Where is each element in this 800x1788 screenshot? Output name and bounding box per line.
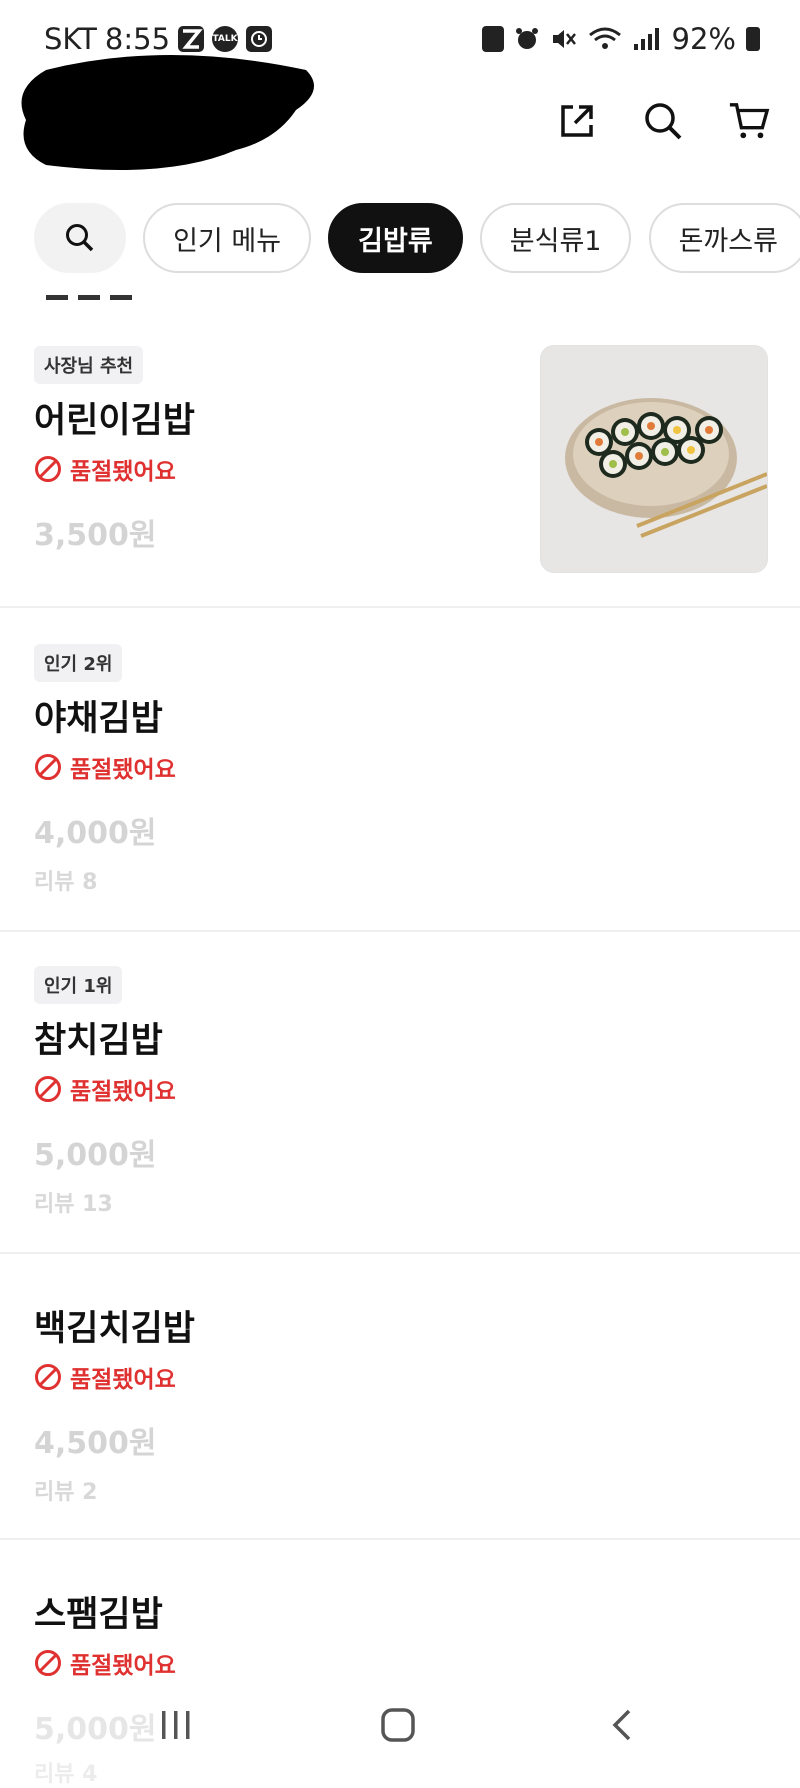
soldout-text: 품절됐어요 (70, 1079, 176, 1105)
item-badge: 인기 1위 (34, 966, 123, 1004)
chip-bunsik[interactable]: 분식류1 (479, 203, 632, 273)
soldout-label: 품절됐어요 (34, 750, 176, 784)
recent-apps-icon[interactable] (146, 1700, 206, 1750)
item-name: 백김치김밥 (34, 1309, 196, 1349)
chip-popular[interactable]: 인기 메뉴 (143, 203, 312, 273)
item-name: 어린이김밥 (34, 401, 196, 441)
item-price: 3,500원 (34, 518, 157, 553)
battery-icon (746, 27, 760, 51)
item-badge: 사장님 추천 (34, 346, 144, 384)
menu-item[interactable]: 인기 2위 야채김밥 품절됐어요 4,000원 리뷰 8 (0, 608, 800, 932)
no-entry-icon (35, 456, 61, 482)
chip-donkatsu[interactable]: 돈까스류 (648, 203, 800, 273)
item-name: 참치김밥 (34, 1021, 163, 1061)
item-image (540, 345, 768, 573)
recycle-icon (481, 26, 504, 52)
cart-icon[interactable] (728, 100, 770, 142)
chip-kimbap[interactable]: 김밥류 (328, 203, 463, 273)
item-price: 4,500원 (34, 1426, 157, 1461)
no-entry-icon (35, 1076, 61, 1102)
no-entry-icon (35, 1650, 61, 1676)
alarm-icon (515, 28, 538, 49)
soldout-label: 품절됐어요 (34, 1360, 176, 1394)
no-entry-icon (35, 754, 61, 780)
mute-icon (552, 30, 576, 48)
status-right: 92% (481, 22, 760, 56)
clock-app-icon (246, 26, 273, 52)
category-chips: 인기 메뉴 김밥류 분식류1 돈까스류 (34, 203, 800, 277)
share-icon[interactable] (556, 100, 598, 142)
wifi-icon (588, 27, 621, 49)
soldout-text: 품절됐어요 (70, 1367, 176, 1393)
item-name: 야채김밥 (34, 699, 163, 739)
menu-item[interactable]: 백김치김밥 품절됐어요 4,500원 리뷰 2 (0, 1254, 800, 1540)
home-icon[interactable] (368, 1700, 428, 1750)
talk-icon: TALK (212, 26, 239, 52)
search-icon[interactable] (642, 100, 684, 142)
system-nav-bar (0, 1680, 800, 1778)
z-icon (178, 26, 205, 52)
no-entry-icon (35, 1364, 61, 1390)
search-icon (66, 224, 94, 252)
soldout-label: 품절됐어요 (34, 1072, 176, 1106)
category-search-button[interactable] (34, 203, 126, 273)
signal-icon (633, 28, 659, 50)
battery-percent: 92% (671, 22, 736, 56)
item-price: 4,000원 (34, 816, 157, 851)
item-name: 스팸김밥 (34, 1595, 163, 1635)
item-review-count: 리뷰 2 (34, 1480, 98, 1505)
item-review-count: 리뷰 8 (34, 870, 98, 895)
section-title-cut (46, 286, 146, 300)
soldout-text: 품절됐어요 (70, 757, 176, 783)
item-badge: 인기 2위 (34, 644, 123, 682)
soldout-text: 품절됐어요 (70, 1653, 176, 1679)
soldout-label: 품절됐어요 (34, 452, 176, 486)
item-price: 5,000원 (34, 1138, 157, 1173)
item-review-count: 리뷰 13 (34, 1192, 113, 1217)
redacted-store-name (21, 55, 314, 170)
soldout-text: 품절됐어요 (70, 459, 176, 485)
back-icon[interactable] (592, 1700, 652, 1750)
soldout-label: 품절됐어요 (34, 1646, 176, 1680)
header-actions (556, 100, 770, 142)
menu-item[interactable]: 인기 1위 참치김밥 품절됐어요 5,000원 리뷰 13 (0, 932, 800, 1254)
